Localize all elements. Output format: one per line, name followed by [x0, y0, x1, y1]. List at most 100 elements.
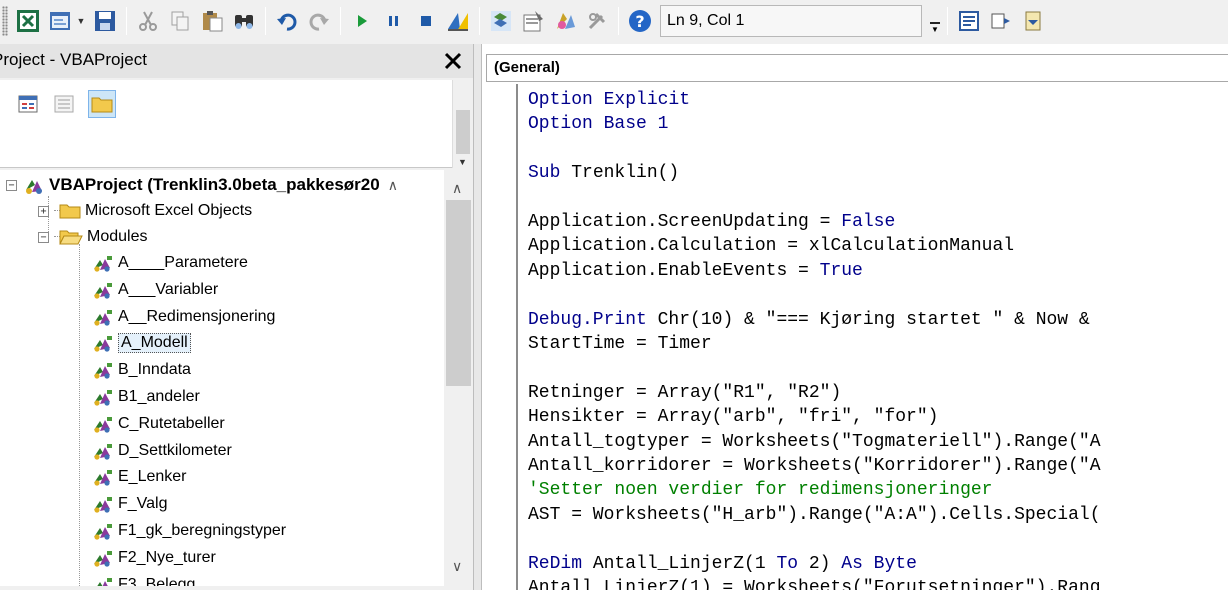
expand-icon[interactable]: + — [38, 205, 49, 217]
scrollbar-thumb[interactable] — [456, 110, 470, 154]
code-line[interactable]: Debug.Print Chr(10) & "=== Kjøring start… — [528, 308, 1101, 332]
procedure-dropdown[interactable]: (General) — [486, 54, 1228, 82]
tree-item-module[interactable]: B1_andeler — [80, 384, 200, 410]
code-editor[interactable]: Option Explicit Option Base 1 Sub Trenklin… — [528, 88, 1228, 590]
undo-icon[interactable] — [272, 6, 302, 36]
toggle-folders-icon[interactable] — [88, 90, 116, 118]
cut-icon[interactable] — [133, 6, 163, 36]
code-line[interactable]: Application.Calculation = xlCalculationM… — [528, 234, 1014, 258]
code-line[interactable]: Antall_LinjerZ(1) = Worksheets("Forutset… — [528, 576, 1101, 590]
find-icon[interactable] — [229, 6, 259, 36]
tree-item-module[interactable]: C_Rutetabeller — [80, 411, 225, 437]
code-keyword: False — [841, 212, 896, 232]
code-line[interactable]: Antall_togtyper = Worksheets("Togmaterie… — [528, 430, 1101, 454]
project-explorer-icon[interactable] — [486, 6, 516, 36]
toolbox-icon[interactable] — [582, 6, 612, 36]
code-text: Antall_togtyper = Worksheets("Togmaterie… — [528, 431, 1101, 452]
tree-item-module[interactable]: F3_Belegg — [80, 572, 195, 586]
redo-icon[interactable] — [304, 6, 334, 36]
tree-item-modules[interactable]: − Modules — [38, 224, 147, 250]
code-line[interactable]: ReDim Antall_LinjerZ(1 To 2) As Byte — [528, 552, 917, 576]
break-icon[interactable] — [379, 6, 409, 36]
code-margin-indicator-bar[interactable] — [486, 84, 518, 590]
tree-item-module[interactable]: F1_gk_beregningstyper — [80, 518, 286, 544]
paste-icon[interactable] — [197, 6, 227, 36]
copy-icon[interactable] — [165, 6, 195, 36]
code-text: StartTime = Timer — [528, 334, 712, 354]
code-line[interactable]: Option Explicit — [528, 88, 690, 112]
view-object-icon[interactable] — [50, 90, 78, 118]
design-mode-icon[interactable] — [443, 6, 473, 36]
tree-item-module[interactable]: F2_Nye_turer — [80, 545, 216, 571]
tree-item-module[interactable]: E_Lenker — [80, 464, 187, 490]
help-icon[interactable]: ? — [625, 6, 655, 36]
chevron-down-icon[interactable]: ▼ — [458, 157, 467, 167]
procedure-dropdown-value: (General) — [494, 59, 560, 76]
module-icon — [94, 416, 112, 433]
code-line[interactable]: Option Base 1 — [528, 112, 668, 136]
view-code-icon[interactable] — [14, 90, 42, 118]
code-keyword: To — [776, 553, 799, 574]
chevron-up-icon[interactable]: ∧ — [452, 180, 462, 197]
collapse-icon[interactable]: − — [38, 231, 49, 243]
toolbar-overflow-icon[interactable]: ▼ — [928, 6, 942, 36]
pane-splitter[interactable] — [473, 44, 482, 590]
tree-item-label: A_Modell — [118, 333, 191, 354]
reset-icon[interactable] — [411, 6, 441, 36]
object-browser-icon[interactable] — [550, 6, 580, 36]
module-icon — [94, 390, 112, 406]
save-icon[interactable] — [90, 6, 120, 36]
code-line[interactable]: 'Setter noen verdier for redimensjonerin… — [528, 478, 992, 502]
collapse-icon[interactable]: − — [6, 179, 17, 191]
tree-item-module[interactable]: A____Parametere — [80, 250, 248, 276]
tree-item-module[interactable]: A__Redimensjonering — [80, 304, 275, 330]
tree-item-excel-objects[interactable]: + Microsoft Excel Objects — [38, 198, 252, 224]
code-line[interactable]: Application.ScreenUpdating = False — [528, 210, 895, 234]
tree-item-module[interactable]: D_Settkilometer — [80, 438, 232, 464]
tree-item-module[interactable]: B_Inndata — [80, 357, 191, 383]
tree-item-label: F1_gk_beregningstyper — [118, 522, 287, 539]
svg-text:?: ? — [635, 12, 644, 31]
indent-icon[interactable] — [986, 6, 1016, 36]
tree-item-label: A____Parametere — [118, 254, 248, 271]
code-window: (General) Option Explicit Option Base 1 Su… — [482, 44, 1228, 590]
project-tree: − VBAProject (Trenklin3.0beta_pakkesør20… — [0, 170, 444, 586]
tree-item-label: B1_andeler — [118, 388, 200, 405]
code-line[interactable]: Retninger = Array("R1", "R2") — [528, 381, 841, 405]
project-explorer-title-bar: Project - VBAProject — [0, 44, 473, 78]
code-line[interactable]: Antall_korridorer = Worksheets("Korridor… — [528, 454, 1101, 478]
module-icon — [94, 443, 112, 460]
module-icon — [94, 282, 112, 299]
run-icon[interactable] — [347, 6, 377, 36]
tree-horizontal-scrollbar[interactable]: ‹ › — [0, 586, 444, 590]
properties-icon[interactable] — [518, 6, 548, 36]
tree-item-module[interactable]: A_Modell — [80, 330, 191, 356]
code-line[interactable]: StartTime = Timer — [528, 332, 712, 356]
outdent-icon[interactable] — [1018, 6, 1048, 36]
tree-item-label: VBAProject (Trenklin3.0beta_pakkesør20 — [49, 175, 380, 194]
project-toolbar-scrollbar[interactable]: ▼ — [452, 80, 473, 168]
scrollbar-thumb[interactable] — [446, 200, 471, 386]
chevron-up-icon[interactable]: ∧ — [388, 177, 398, 194]
chevron-down-icon[interactable]: ∨ — [452, 558, 462, 575]
code-line[interactable]: Application.EnableEvents = True — [528, 259, 863, 283]
code-text: AST = Worksheets("H_arb").Range("A:A").C… — [528, 504, 1101, 525]
insert-dropdown-chevron-icon[interactable]: ▼ — [76, 6, 86, 36]
tree-item-module[interactable]: F_Valg — [80, 491, 168, 517]
module-icon — [94, 470, 112, 486]
tree-vertical-scrollbar[interactable]: ∧ ∨ — [444, 170, 473, 586]
code-line[interactable]: Sub Trenklin() — [528, 161, 679, 185]
toolbar-grip[interactable] — [2, 6, 8, 36]
close-icon[interactable] — [440, 47, 466, 75]
tree-item-label: F2_Nye_turer — [118, 548, 216, 566]
tree-item-module[interactable]: A___Variabler — [80, 277, 218, 303]
code-line[interactable]: Hensikter = Array("arb", "fri", "for") — [528, 405, 938, 429]
tree-item-vbaproject[interactable]: − VBAProject (Trenklin3.0beta_pakkesør20… — [6, 172, 398, 198]
edit-toolbar-icon[interactable] — [954, 6, 984, 36]
code-text: Application.ScreenUpdating = — [528, 212, 842, 232]
insert-module-icon[interactable] — [45, 6, 75, 36]
folder-open-icon — [59, 230, 83, 245]
code-line[interactable]: AST = Worksheets("H_arb").Range("A:A").C… — [528, 503, 1101, 527]
tree-item-label: F3_Belegg — [118, 575, 196, 586]
excel-view-icon[interactable] — [13, 6, 43, 36]
